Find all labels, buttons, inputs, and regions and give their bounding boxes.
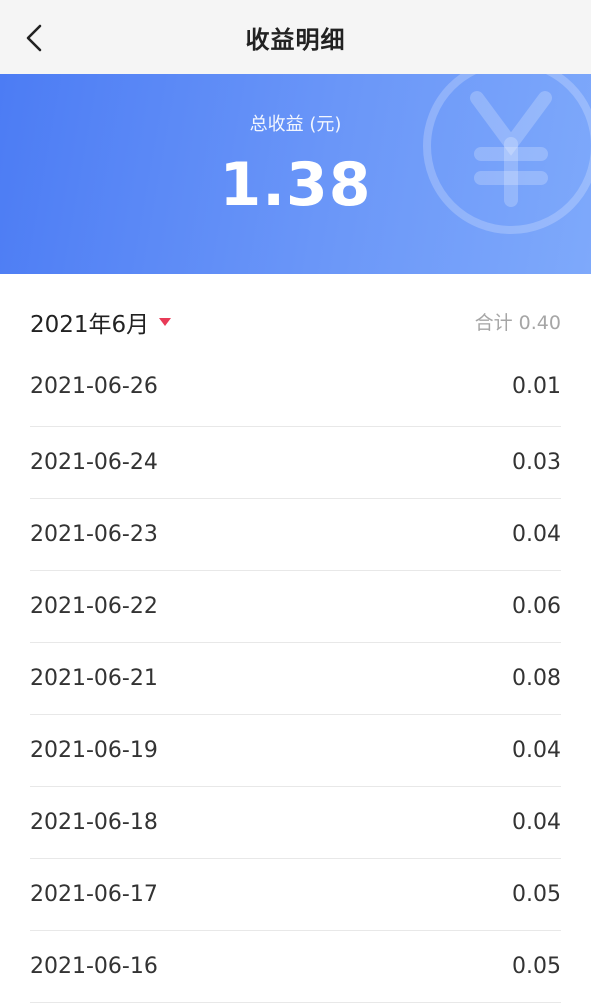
record-amount: 0.04 [512,522,561,547]
record-date: 2021-06-23 [30,522,158,547]
total-earnings-label: 总收益 (元) [249,114,342,135]
caret-down-icon [159,318,172,326]
list-item: 2021-06-23 0.04 [30,499,561,571]
record-date: 2021-06-16 [30,954,158,979]
record-date: 2021-06-22 [30,594,158,619]
record-amount: 0.03 [512,450,561,475]
page-title: 收益明细 [245,25,346,54]
record-date: 2021-06-18 [30,810,158,835]
month-selector[interactable]: 2021年6月 [30,299,172,339]
list-item: 2021-06-17 0.05 [30,859,561,931]
record-amount: 0.05 [512,954,561,979]
record-date: 2021-06-26 [30,374,158,399]
list-item: 2021-06-19 0.04 [30,715,561,787]
record-date: 2021-06-19 [30,738,158,763]
month-label: 2021年6月 [30,312,150,338]
nav-bar: 收益明细 [0,0,591,74]
list-item: 2021-06-16 0.05 [30,931,561,1003]
record-amount: 0.06 [512,594,561,619]
list-item: 2021-06-26 0.01 [30,364,561,427]
record-date: 2021-06-21 [30,666,158,691]
list-item: 2021-06-22 0.06 [30,571,561,643]
earnings-list: 2021-06-26 0.01 2021-06-24 0.03 2021-06-… [30,364,561,1003]
earnings-banner: 总收益 (元) 1.38 [0,74,591,274]
record-amount: 0.04 [512,738,561,763]
month-total: 合计 0.40 [474,311,561,334]
list-item: 2021-06-18 0.04 [30,787,561,859]
record-date: 2021-06-17 [30,882,158,907]
list-item: 2021-06-21 0.08 [30,643,561,715]
total-earnings-value: 1.38 [219,150,372,220]
chevron-left-icon[interactable] [22,24,48,52]
list-item: 2021-06-24 0.03 [30,427,561,499]
record-date: 2021-06-24 [30,450,158,475]
record-amount: 0.01 [512,374,561,399]
record-amount: 0.04 [512,810,561,835]
month-header: 2021年6月 合计 0.40 [0,274,591,364]
record-amount: 0.05 [512,882,561,907]
record-amount: 0.08 [512,666,561,691]
